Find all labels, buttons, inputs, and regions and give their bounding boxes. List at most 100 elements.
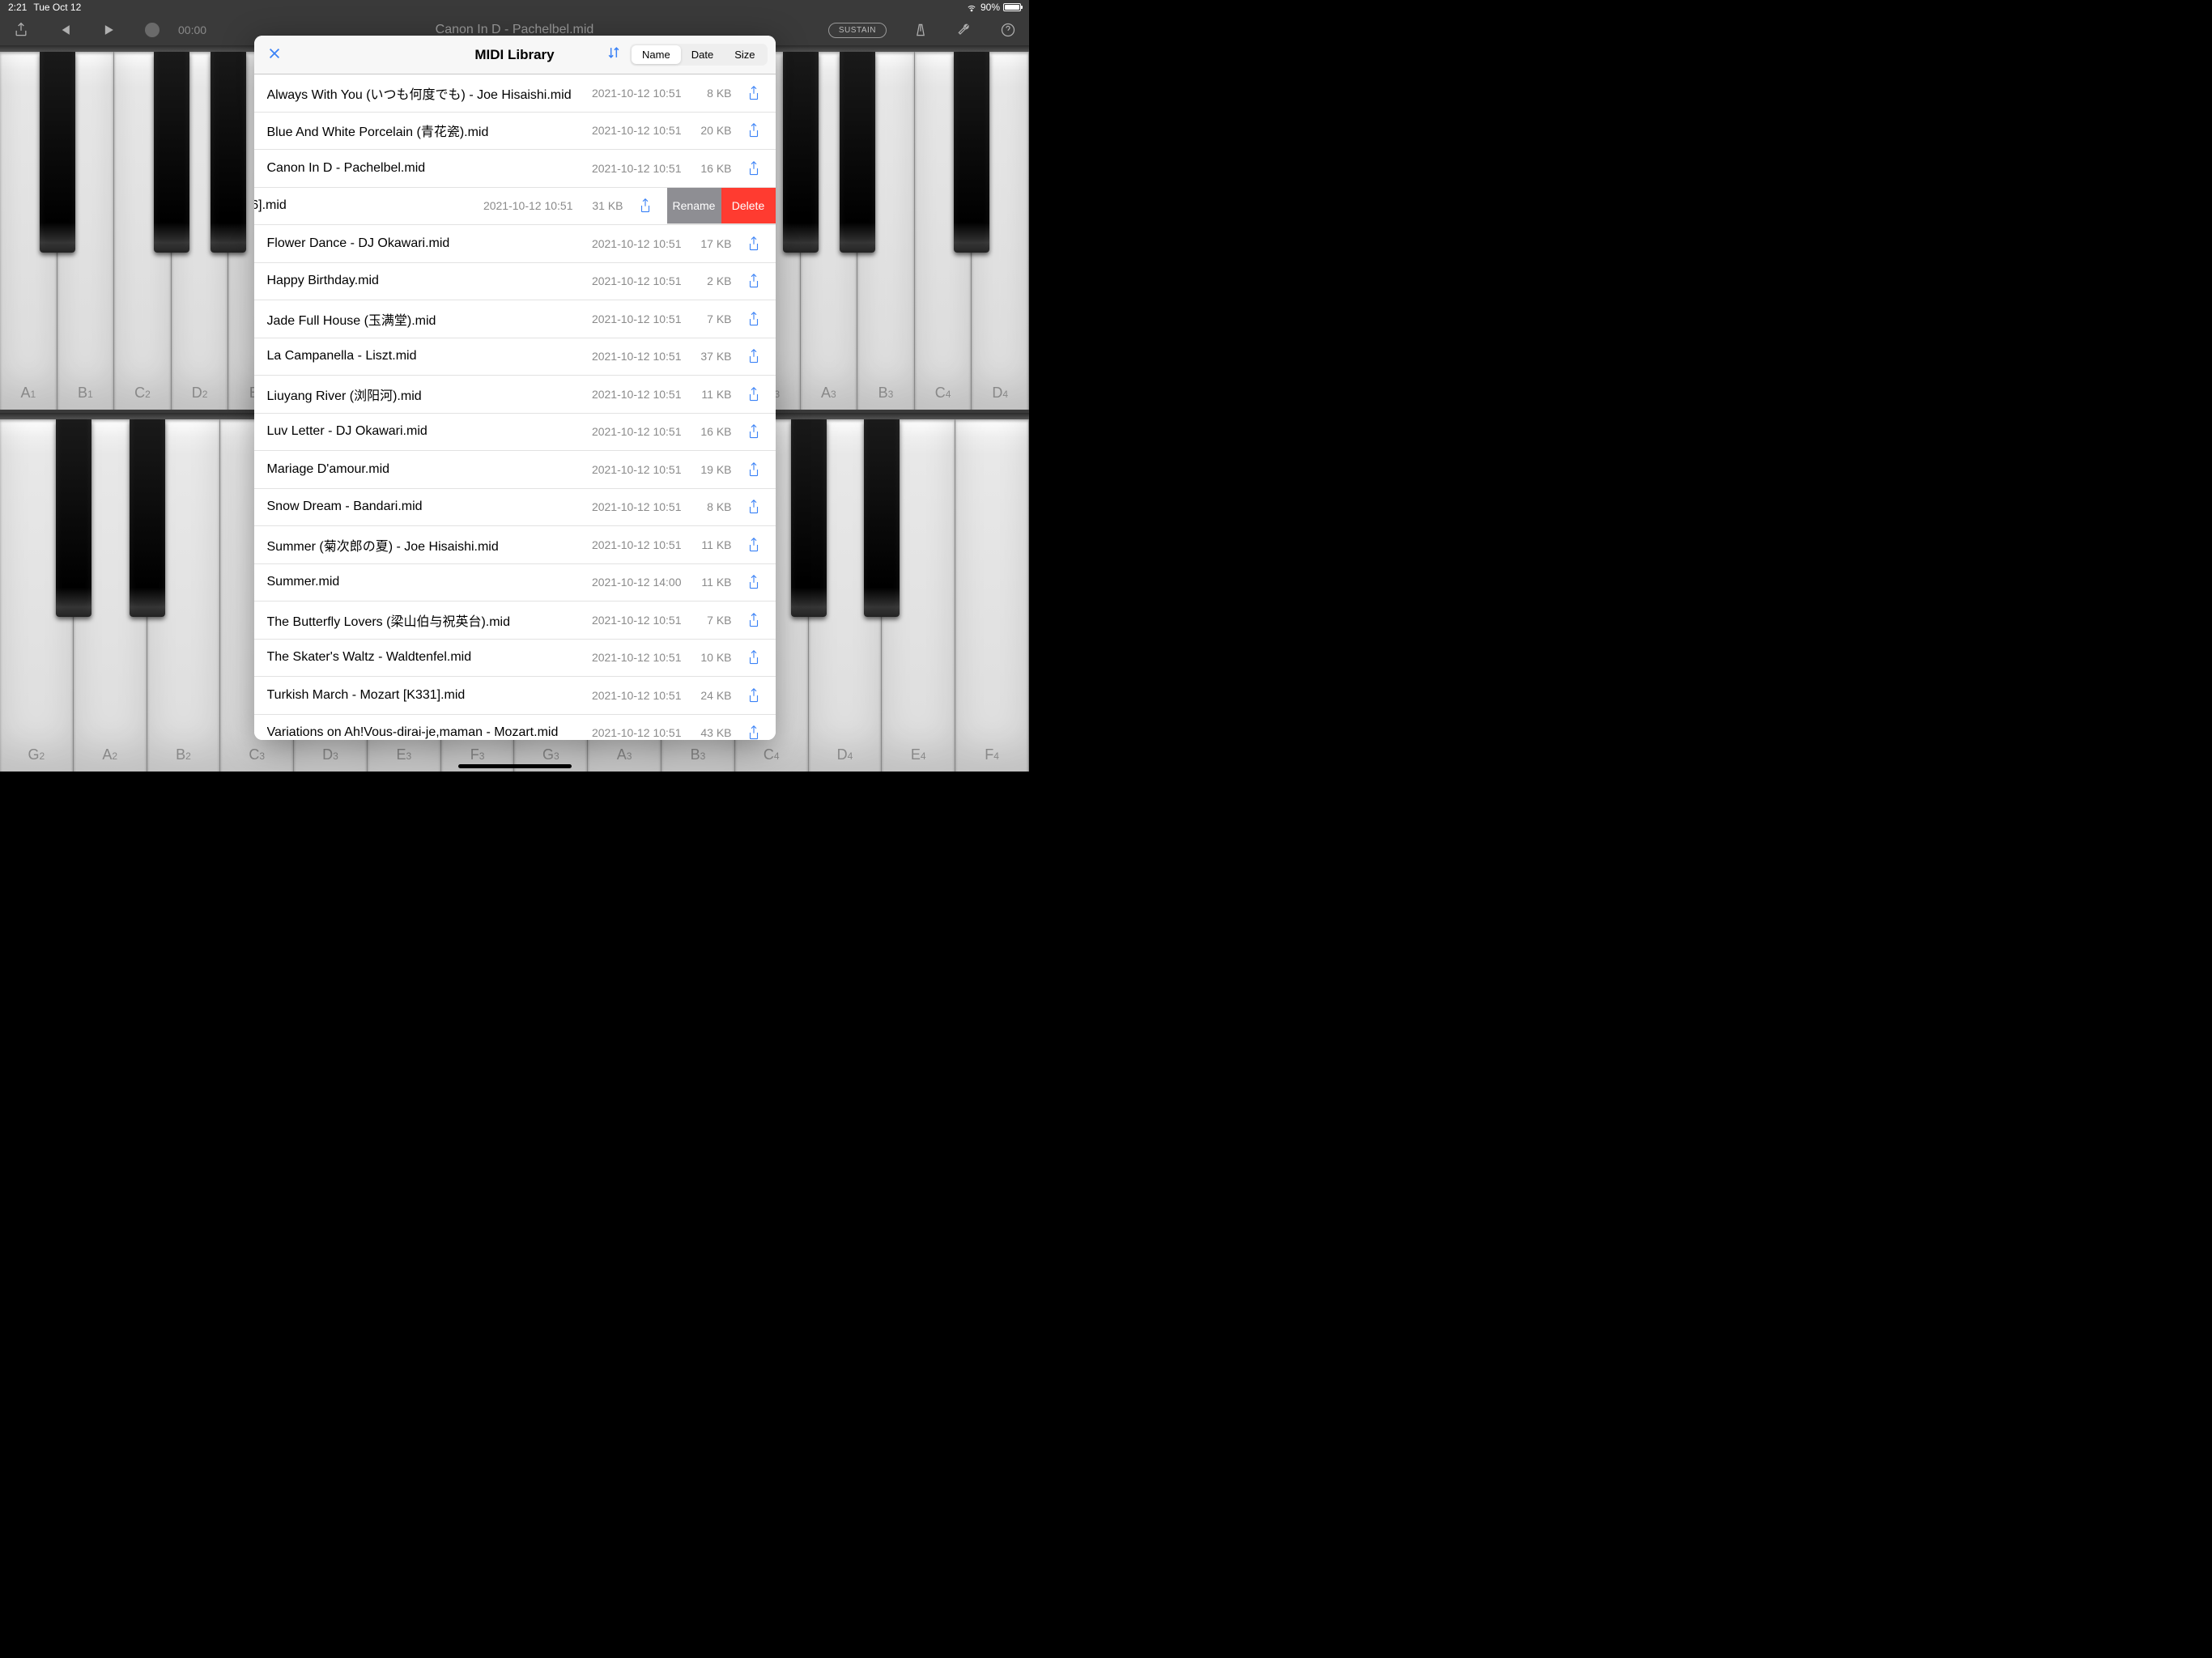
file-row[interactable]: Summer.mid2021-10-12 14:0011 KB [254,564,776,602]
sort-segmented-control[interactable]: Name Date Size [630,44,767,66]
sustain-button[interactable]: SUSTAIN [828,23,887,38]
file-date: 2021-10-12 10:51 [592,312,682,325]
share-icon[interactable] [742,307,766,331]
white-key[interactable]: C2 [114,52,172,410]
file-row[interactable]: Turkish March - Mozart [K331].mid2021-10… [254,677,776,715]
record-icon[interactable] [143,20,162,40]
note-label: A3 [617,746,632,763]
file-name: Canon In D - Pachelbel.mid [267,161,592,176]
prev-track-icon[interactable] [55,20,74,40]
play-icon[interactable] [99,20,118,40]
segment-name[interactable]: Name [632,45,681,64]
share-icon[interactable] [742,232,766,256]
modal-header: MIDI Library Name Date Size [254,36,776,74]
file-row[interactable]: Happy Birthday.mid2021-10-12 10:512 KB [254,263,776,301]
home-indicator[interactable] [458,764,572,768]
share-icon[interactable] [742,344,766,368]
share-icon[interactable] [742,269,766,293]
segment-size[interactable]: Size [724,45,765,64]
share-icon[interactable] [742,495,766,519]
note-label: B1 [78,385,93,402]
metronome-icon[interactable] [911,20,930,40]
white-key[interactable]: A3 [801,52,858,410]
file-name: Snow Dream - Bandari.mid [267,500,592,514]
note-label: G2 [28,746,45,763]
segment-date[interactable]: Date [681,45,724,64]
file-name: ptu - Chopin [Op.66].mid [254,198,483,213]
white-key[interactable]: B2 [147,419,221,772]
sort-direction-icon[interactable] [606,45,622,65]
share-icon[interactable] [742,419,766,444]
note-label: C2 [134,385,151,402]
white-key[interactable]: A1 [0,52,57,410]
file-date: 2021-10-12 10:51 [592,500,682,513]
white-key[interactable]: B3 [857,52,915,410]
file-row[interactable]: Jade Full House (玉满堂).mid2021-10-12 10:5… [254,300,776,338]
white-key[interactable]: A2 [74,419,147,772]
white-key[interactable]: D4 [972,52,1029,410]
white-key[interactable]: B1 [57,52,115,410]
file-row[interactable]: Flower Dance - DJ Okawari.mid2021-10-12 … [254,225,776,263]
file-row[interactable]: Variations on Ah!Vous-dirai-je,maman - M… [254,715,776,741]
share-icon[interactable] [742,81,766,105]
rename-button[interactable]: Rename [667,188,721,224]
file-size: 8 KB [690,500,732,513]
white-key[interactable]: C4 [915,52,972,410]
share-icon[interactable] [742,608,766,632]
file-row[interactable]: Canon In D - Pachelbel.mid2021-10-12 10:… [254,150,776,188]
share-icon[interactable] [742,457,766,482]
share-icon[interactable] [633,193,657,218]
file-date: 2021-10-12 10:51 [592,425,682,438]
white-key[interactable]: D2 [172,52,229,410]
share-icon[interactable] [742,382,766,406]
share-icon[interactable] [742,533,766,557]
share-icon[interactable] [742,156,766,181]
file-row[interactable]: The Skater's Waltz - Waldtenfel.mid2021-… [254,640,776,678]
file-size: 24 KB [690,689,732,702]
battery-icon [1003,3,1021,11]
file-date: 2021-10-12 10:51 [592,726,682,739]
close-icon[interactable] [262,44,287,66]
file-row[interactable]: Snow Dream - Bandari.mid2021-10-12 10:51… [254,489,776,527]
file-row[interactable]: Luv Letter - DJ Okawari.mid2021-10-12 10… [254,414,776,452]
share-icon[interactable] [742,683,766,708]
share-icon[interactable] [742,118,766,142]
midi-library-modal: MIDI Library Name Date Size Always With … [254,36,776,740]
file-date: 2021-10-12 14:00 [592,576,682,589]
file-size: 11 KB [690,538,732,551]
note-label: B3 [691,746,706,763]
file-size: 16 KB [690,162,732,175]
file-row[interactable]: The Butterfly Lovers (梁山伯与祝英台).mid2021-1… [254,602,776,640]
status-time: 2:21 [8,2,27,13]
file-row[interactable]: Always With You (いつも何度でも) - Joe Hisaishi… [254,74,776,113]
file-name: Blue And White Porcelain (青花瓷).mid [267,121,592,140]
file-row[interactable]: Liuyang River (浏阳河).mid2021-10-12 10:511… [254,376,776,414]
file-name: Variations on Ah!Vous-dirai-je,maman - M… [267,725,592,740]
file-row[interactable]: ptu - Chopin [Op.66].mid2021-10-12 10:51… [254,188,776,226]
file-name: Turkish March - Mozart [K331].mid [267,688,592,703]
file-name: Always With You (いつも何度でも) - Joe Hisaishi… [267,83,592,103]
file-row[interactable]: Summer (菊次郎の夏) - Joe Hisaishi.mid2021-10… [254,526,776,564]
export-icon[interactable] [11,20,31,40]
white-key[interactable]: G2 [0,419,74,772]
help-icon[interactable] [998,20,1018,40]
file-row[interactable]: La Campanella - Liszt.mid2021-10-12 10:5… [254,338,776,376]
file-size: 2 KB [690,274,732,287]
settings-icon[interactable] [955,20,974,40]
file-row[interactable]: Mariage D'amour.mid2021-10-12 10:5119 KB [254,451,776,489]
white-key[interactable]: E4 [882,419,955,772]
file-row[interactable]: Blue And White Porcelain (青花瓷).mid2021-1… [254,113,776,151]
white-key[interactable]: D4 [809,419,883,772]
file-size: 31 KB [581,199,623,212]
note-label: E3 [396,746,411,763]
file-name: Mariage D'amour.mid [267,462,592,477]
delete-button[interactable]: Delete [721,188,776,224]
playback-time: 00:00 [178,23,206,36]
file-date: 2021-10-12 10:51 [592,350,682,363]
share-icon[interactable] [742,645,766,670]
white-key[interactable]: F4 [955,419,1029,772]
share-icon[interactable] [742,721,766,740]
file-list[interactable]: Always With You (いつも何度でも) - Joe Hisaishi… [254,74,776,740]
file-date: 2021-10-12 10:51 [592,162,682,175]
share-icon[interactable] [742,570,766,594]
